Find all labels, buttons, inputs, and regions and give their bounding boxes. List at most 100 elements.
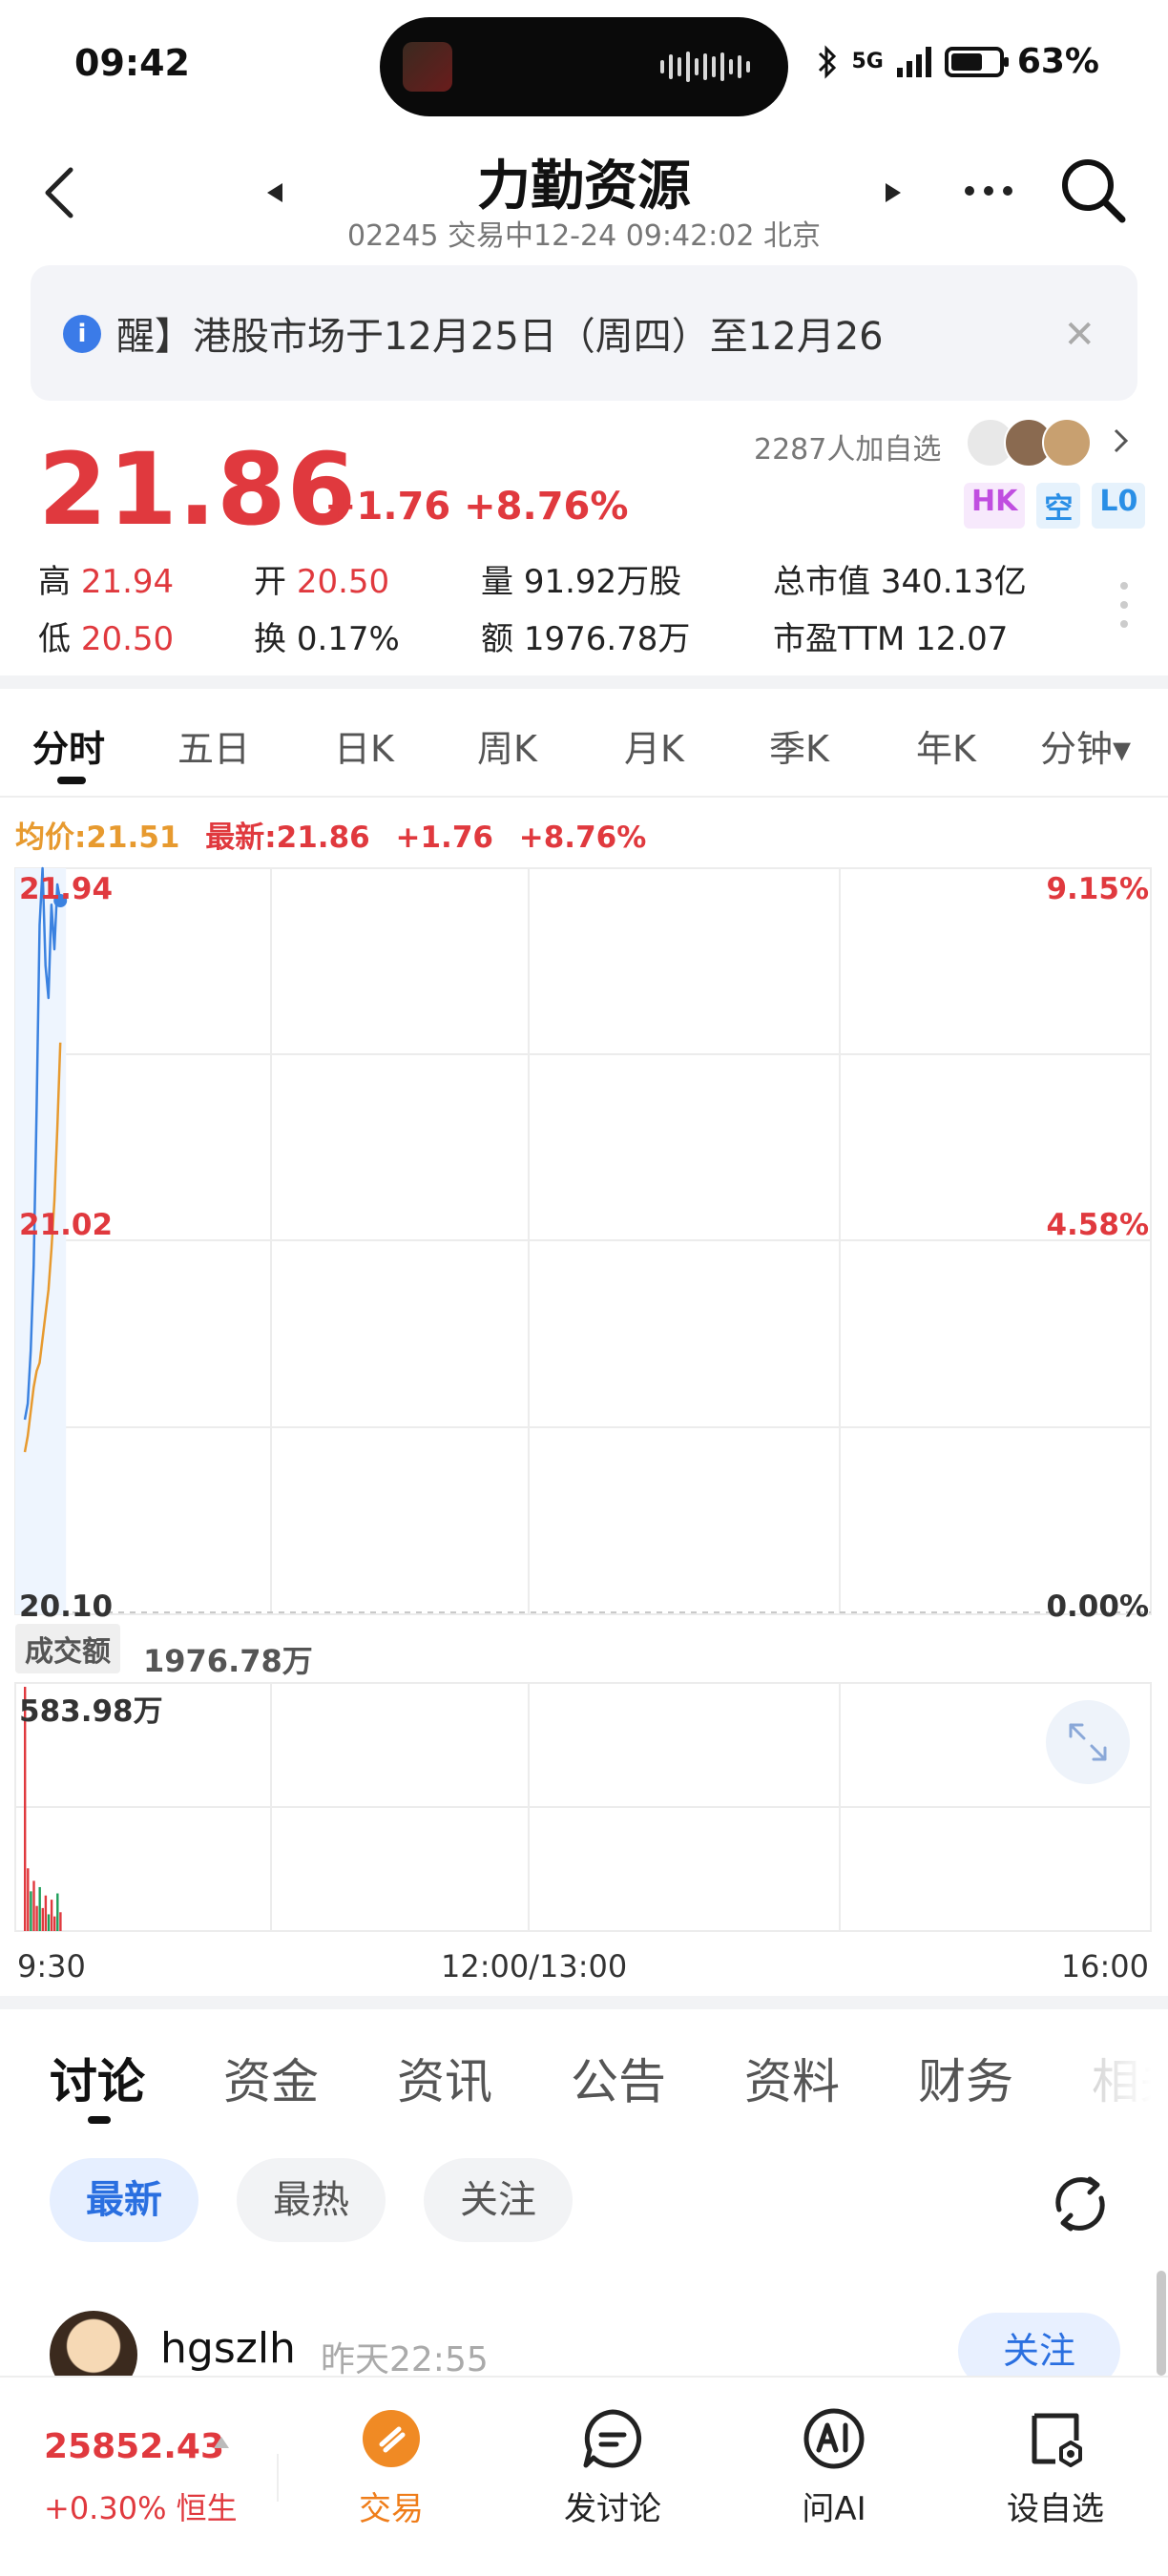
filter-chips: 最新 最热 关注	[50, 2158, 573, 2242]
stat-value: 21.94	[80, 563, 175, 601]
stat-label: 开	[254, 563, 286, 601]
stat-label: 低	[38, 620, 71, 658]
next-stock-icon[interactable]	[884, 181, 903, 204]
scrollbar[interactable]	[1157, 2271, 1166, 2376]
price-change-value: +1.76	[324, 485, 451, 529]
tab-profile[interactable]: 资料	[744, 2044, 840, 2112]
ask-ai-label: 问AI	[802, 2490, 866, 2528]
divider	[0, 796, 1168, 798]
stat-label: 换	[254, 620, 286, 658]
x-label-midday: 12:00/13:00	[441, 1948, 628, 1984]
divider	[0, 675, 1168, 689]
intraday-chart[interactable]	[0, 859, 1168, 1984]
tab-capital[interactable]: 资金	[223, 2044, 319, 2112]
stat-label: 高	[38, 563, 71, 601]
expand-chart-button[interactable]	[1046, 1700, 1130, 1784]
period-tabs: 分时 五日 日K 周K 月K 季K 年K 分钟▾	[0, 691, 1168, 796]
stat-label: 量	[481, 563, 513, 601]
stat-value: 0.17%	[296, 620, 400, 658]
stat-value: 91.92万股	[523, 563, 682, 601]
stat-label: 总市值	[773, 563, 870, 601]
tab-daily-k[interactable]: 日K	[334, 719, 394, 772]
battery-icon	[944, 46, 1009, 77]
content-tabs: 讨论 资金 资讯 公告 资料 财务 相关	[0, 2013, 1168, 2128]
post-discussion-label: 发讨论	[564, 2490, 661, 2528]
stat-value: 1976.78万	[523, 620, 691, 658]
tab-yearly-k[interactable]: 年K	[916, 719, 976, 772]
chat-bubble-icon	[583, 2409, 642, 2468]
media-thumbnail-icon	[403, 42, 452, 92]
signal-icon	[896, 46, 931, 77]
tab-indicator	[88, 2116, 111, 2124]
stat-high: 高 21.94	[38, 555, 174, 602]
bottom-bar: 25852.43 +0.30% 恒生 交易 发讨论 问AI 设自选	[0, 2376, 1168, 2576]
stock-header: 力勤资源 02245 交易中12-24 09:42:02 北京	[0, 134, 1168, 253]
tab-financials[interactable]: 财务	[918, 2044, 1013, 2112]
chevron-right-icon[interactable]	[1113, 427, 1130, 454]
follow-count[interactable]: 2287人加自选	[754, 426, 941, 467]
stock-subtitle: 02245 交易中12-24 09:42:02 北京	[347, 219, 821, 253]
x-label-close: 16:00	[1060, 1948, 1149, 1984]
stat-low: 低 20.50	[38, 613, 174, 659]
post-time: 昨天22:55	[321, 2340, 489, 2379]
tab-minute[interactable]: 分钟▾	[1040, 719, 1131, 772]
post-username[interactable]: hgszlh	[160, 2324, 296, 2373]
search-icon[interactable]	[1059, 156, 1128, 225]
add-watchlist-button[interactable]: 设自选	[979, 2406, 1132, 2529]
index-change[interactable]: +0.30% 恒生	[44, 2484, 238, 2528]
volume-bar	[56, 1893, 59, 1931]
dynamic-island[interactable]	[380, 17, 788, 116]
chart-legend: 均价:21.51 最新:21.86 +1.76 +8.76%	[15, 813, 646, 856]
tab-weekly-k[interactable]: 周K	[477, 719, 537, 772]
post-discussion-button[interactable]: 发讨论	[536, 2406, 689, 2529]
market-tag: HK	[964, 483, 1026, 529]
volume-total: 1976.78万	[143, 1643, 313, 1679]
y-label-high: 21.94	[19, 872, 114, 906]
tab-discussion[interactable]: 讨论	[50, 2044, 145, 2112]
chip-latest[interactable]: 最新	[50, 2158, 198, 2242]
trade-button[interactable]: 交易	[315, 2406, 468, 2529]
stat-value: 20.50	[296, 563, 390, 601]
tab-five-day[interactable]: 五日	[177, 719, 250, 772]
legend-change: +1.76	[395, 821, 493, 855]
add-watchlist-label: 设自选	[1007, 2490, 1104, 2528]
stat-turnover: 换 0.17%	[254, 613, 400, 659]
watchlist-settings-icon	[1032, 2413, 1082, 2467]
refresh-icon[interactable]	[1048, 2171, 1113, 2236]
short-tag: 空	[1036, 483, 1081, 529]
ask-ai-button[interactable]: 问AI	[758, 2406, 910, 2529]
last-price: 21.86	[38, 431, 357, 548]
y-label-mid: 21.02	[19, 1208, 114, 1242]
y-label-pct-high: 9.15%	[1046, 872, 1149, 906]
notice-banner[interactable]: i 醒】港股市场于12月25日（周四）至12月26 ✕	[31, 265, 1137, 401]
volume-bar	[53, 1916, 56, 1931]
stat-open: 开 20.50	[254, 555, 389, 602]
legend-avg: 均价:21.51	[15, 821, 180, 855]
tab-quarterly-k[interactable]: 季K	[769, 719, 829, 772]
more-vertical-icon[interactable]	[1118, 580, 1130, 630]
chip-following[interactable]: 关注	[424, 2158, 573, 2242]
close-icon[interactable]: ✕	[1063, 313, 1095, 357]
y-label-pct-mid: 4.58%	[1046, 1208, 1149, 1242]
volume-bar	[59, 1912, 62, 1931]
stat-label: 额	[481, 620, 513, 658]
volume-label[interactable]: 成交额	[15, 1624, 120, 1673]
expand-icon	[1069, 1723, 1107, 1761]
volume-bar	[30, 1891, 32, 1931]
volume-max-label: 583.98万	[19, 1694, 163, 1729]
volume-bar	[41, 1907, 44, 1931]
follower-avatars[interactable]	[966, 418, 1099, 469]
tab-intraday[interactable]: 分时	[32, 719, 105, 772]
index-value[interactable]: 25852.43	[44, 2427, 224, 2466]
tab-monthly-k[interactable]: 月K	[624, 719, 684, 772]
audio-wave-icon	[660, 52, 750, 82]
tab-announcements[interactable]: 公告	[571, 2044, 666, 2112]
more-icon[interactable]	[962, 183, 1015, 198]
stat-amount: 额 1976.78万	[481, 613, 690, 659]
chip-hot[interactable]: 最热	[237, 2158, 386, 2242]
trade-label: 交易	[359, 2490, 424, 2528]
trade-icon	[363, 2410, 420, 2467]
tab-indicator	[57, 777, 86, 784]
stat-value: 340.13亿	[880, 563, 1027, 601]
tab-news[interactable]: 资讯	[397, 2044, 492, 2112]
